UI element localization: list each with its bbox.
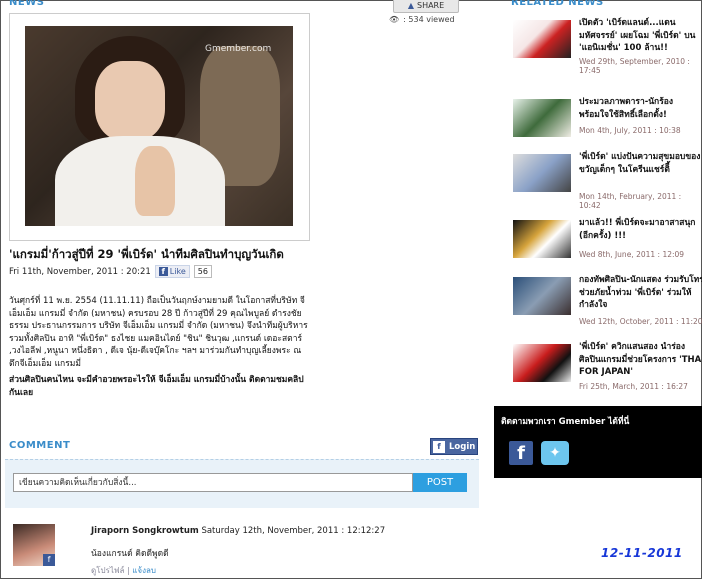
views-text: : 534 viewed [403, 15, 455, 24]
facebook-icon[interactable]: f [509, 441, 533, 465]
facebook-login-button[interactable]: f Login [430, 438, 478, 455]
related-item[interactable]: เปิดตัว 'เบิร์ดแลนด์...แดนมหัศจรรย์' เผย… [513, 17, 702, 77]
like-label: Like [169, 267, 186, 276]
related-thumbnail[interactable] [513, 277, 571, 315]
related-date: Mon 4th, July, 2011 : 10:38 [579, 126, 681, 135]
related-thumbnail[interactable] [513, 154, 571, 192]
comment-text: น้องแกรนด์ คิดดีพูดดี [91, 549, 169, 559]
related-item[interactable]: กองทัพศิลปิน-นักแสดง ร่วมรับโทรช่วยภัยน้… [513, 274, 702, 334]
article-photo[interactable]: Gmember.com [25, 26, 293, 226]
news-section-title: NEWS [9, 0, 45, 8]
related-date: Wed 29th, September, 2010 : 17:45 [579, 57, 690, 75]
related-title[interactable]: 'พี่เบิร์ด' ควิกแสนสอง นำร่องศิลปินแกรมม… [579, 341, 702, 379]
like-count: 56 [193, 265, 212, 278]
view-profile-link[interactable]: ดูโปรไฟล์ [91, 566, 124, 575]
share-icon: ▲ [407, 1, 414, 10]
related-item[interactable]: 'พี่เบิร์ด' แบ่งปันความสุขมอบของขวัญเด็ก… [513, 151, 702, 211]
comment-section-title: COMMENT [9, 440, 71, 451]
facebook-badge-icon: f [43, 554, 55, 566]
related-date: Mon 14th, February, 2011 : 10:42 [579, 192, 682, 210]
related-title[interactable]: เปิดตัว 'เบิร์ดแลนด์...แดนมหัศจรรย์' เผย… [579, 17, 702, 55]
comment-author[interactable]: Jiraporn Songkrowtum [91, 526, 199, 536]
related-item[interactable]: มาแล้ว!! พี่เบิร์ดจะมาอาสาสนุก (อีกครั้ง… [513, 217, 702, 277]
related-thumbnail[interactable] [513, 99, 571, 137]
share-label: SHARE [416, 1, 445, 10]
article-meta: Fri 11th, November, 2011 : 20:21 f Like … [9, 265, 212, 278]
post-button[interactable]: POST [413, 473, 467, 492]
related-title[interactable]: 'พี่เบิร์ด' แบ่งปันความสุขมอบของขวัญเด็ก… [579, 151, 702, 176]
related-date: Wed 12th, October, 2011 : 11:20 [579, 317, 702, 326]
follow-title: ติดตามพวกเรา Gmember ได้ที่นี่ [501, 417, 630, 427]
related-news-title: RELATED NEWS [511, 0, 604, 8]
comment-time: Saturday 12th, November, 2011 : 12:12:27 [201, 526, 386, 536]
facebook-icon: f [158, 267, 168, 276]
comment-author-line: Jiraporn Songkrowtum Saturday 12th, Nove… [91, 526, 385, 536]
related-thumbnail[interactable] [513, 220, 571, 258]
related-item[interactable]: 'พี่เบิร์ด' ควิกแสนสอง นำร่องศิลปินแกรมม… [513, 341, 702, 401]
facebook-like-button[interactable]: f Like [154, 265, 190, 278]
avatar[interactable]: f [13, 524, 55, 566]
login-label: Login [449, 441, 476, 452]
link-separator: | [127, 566, 130, 575]
date-stamp: 12-11-2011 [601, 546, 683, 560]
related-thumbnail[interactable] [513, 344, 571, 382]
twitter-icon[interactable]: ✦ [541, 441, 569, 465]
article-body-bold: ส่วนศิลปินคนไหน จะมีคำอวยพรอะไรให้ จีเอ็… [9, 375, 304, 398]
related-title[interactable]: ประมวลภาพดารา-นักร้อง พร้อมใจใช้สิทธิ์เล… [579, 96, 702, 121]
related-thumbnail[interactable] [513, 20, 571, 58]
article-body: วันศุกร์ที่ 11 พ.ย. 2554 (11.11.11) ถือเ… [9, 296, 308, 369]
facebook-icon: f [433, 440, 445, 453]
share-button[interactable]: ▲ SHARE [393, 0, 459, 13]
related-date: Fri 25th, March, 2011 : 16:27 [579, 382, 688, 391]
related-item[interactable]: ประมวลภาพดารา-นักร้อง พร้อมใจใช้สิทธิ์เล… [513, 96, 702, 156]
article-headline: 'แกรมมี่'ก้าวสู่ปีที่ 29 'พี่เบิร์ด' นำท… [9, 247, 284, 261]
photo-watermark: Gmember.com [205, 44, 272, 54]
related-title[interactable]: กองทัพศิลปิน-นักแสดง ร่วมรับโทรช่วยภัยน้… [579, 274, 702, 312]
comment-input[interactable]: เขียนความคิดเห็นเกี่ยวกับสิ่งนี้... [13, 473, 413, 492]
view-count: 👁 : 534 viewed [389, 15, 455, 24]
related-date: Wed 8th, June, 2011 : 12:09 [579, 250, 685, 259]
comment-links: ดูโปรไฟล์ | แจ้งลบ [91, 564, 156, 577]
report-delete-link[interactable]: แจ้งลบ [132, 566, 156, 575]
article-date: Fri 11th, November, 2011 : 20:21 [9, 266, 151, 277]
eye-icon: 👁 [389, 15, 400, 24]
related-title[interactable]: มาแล้ว!! พี่เบิร์ดจะมาอาสาสนุก (อีกครั้ง… [579, 217, 702, 242]
